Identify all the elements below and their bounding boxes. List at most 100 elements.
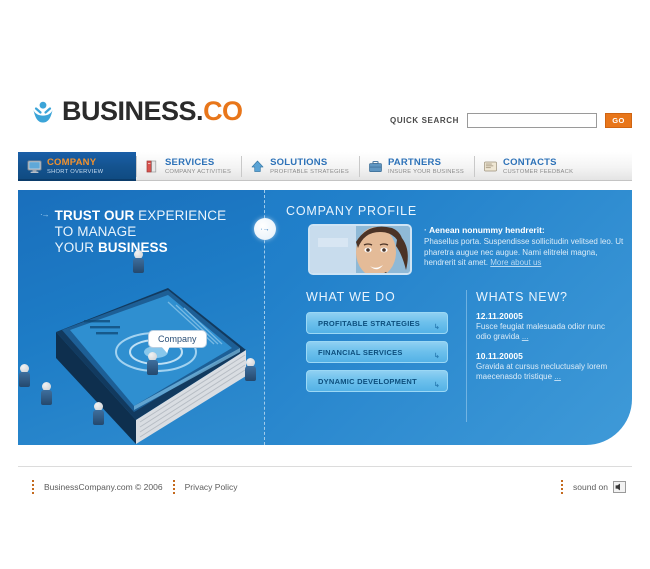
nav-sub: SHORT OVERVIEW: [47, 168, 104, 175]
hero-line3-rest: YOUR: [54, 240, 98, 255]
button-label: FINANCIAL SERVICES: [318, 347, 403, 357]
main-content-panel: ·→ TRUST OUR EXPERIENCE TO MANAGE YOUR B…: [18, 190, 632, 445]
nav-sub: INSURE YOUR BUSINESS: [387, 168, 465, 175]
news-date: 10.11.20005: [476, 351, 523, 361]
logo-name-dot: .: [196, 96, 204, 126]
arrow-icon: ↳: [433, 382, 440, 389]
button-label: PROFITABLE STRATEGIES: [318, 318, 421, 328]
woman-portrait-photo: [308, 224, 412, 275]
figurine: [41, 382, 52, 405]
nav-sub: PROFITABLE STRATEGIES: [270, 168, 349, 175]
figurine-body: [19, 372, 30, 387]
figurine: [19, 364, 30, 387]
figurine: [93, 402, 104, 425]
nav-labels: CONTACTS CUSTOMER FEEDBACK: [503, 156, 573, 175]
nav-labels: SERVICES COMPANY ACTIVITIES: [165, 156, 232, 175]
arrow-icon: ↳: [433, 324, 440, 331]
more-about-us-link[interactable]: More about us: [490, 258, 541, 267]
dotted-separator: [32, 480, 34, 494]
nav-item-company[interactable]: COMPANY SHORT OVERVIEW: [18, 152, 136, 181]
hero-next-button[interactable]: ·→: [254, 218, 276, 240]
logo-text: BUSINESS.CO: [62, 98, 243, 125]
whats-new-section: WHATS NEW? 12.11.20005 Fusce feugiat mal…: [476, 290, 632, 391]
book-tooltip: Company: [148, 330, 207, 353]
nav-labels: PARTNERS INSURE YOUR BUSINESS: [387, 157, 465, 175]
nav-item-contacts[interactable]: CONTACTS CUSTOMER FEEDBACK: [474, 152, 583, 181]
what-we-do-section: WHAT WE DO PROFITABLE STRATEGIES ↳ FINAN…: [306, 290, 456, 399]
what-we-do-button-dynamic-development[interactable]: DYNAMIC DEVELOPMENT ↳: [306, 370, 448, 392]
search-go-button[interactable]: GO: [605, 113, 632, 128]
nav-title: SERVICES: [165, 156, 215, 168]
hero-heading-group: ·→ TRUST OUR EXPERIENCE TO MANAGE YOUR B…: [40, 208, 260, 256]
card-file-icon: [483, 159, 498, 174]
nav-labels: SOLUTIONS PROFITABLE STRATEGIES: [270, 156, 349, 175]
figurine-body: [147, 360, 158, 375]
books-icon: [145, 159, 160, 174]
copyright-text: BusinessCompany.com © 2006: [44, 482, 163, 492]
button-label: DYNAMIC DEVELOPMENT: [318, 376, 417, 386]
nav-item-solutions[interactable]: SOLUTIONS PROFITABLE STRATEGIES: [241, 152, 359, 181]
what-we-do-heading: WHAT WE DO: [306, 290, 396, 304]
logo[interactable]: BUSINESS.CO: [30, 98, 243, 125]
briefcase-icon: [368, 159, 383, 174]
news-body: Gravida at cursus necluctusaly lorem mae…: [476, 362, 608, 381]
nav-item-services[interactable]: SERVICES COMPANY ACTIVITIES: [136, 152, 241, 181]
hero-line1-bold: TRUST OUR: [54, 208, 135, 223]
up-arrow-icon: [250, 159, 265, 174]
monitor-icon: [27, 159, 42, 174]
nav-labels: COMPANY SHORT OVERVIEW: [47, 156, 104, 175]
search-input[interactable]: [467, 113, 597, 128]
hero-line3-bold: BUSINESS: [97, 240, 168, 255]
sound-toggle-button[interactable]: [613, 481, 626, 493]
company-profile-text: · Aenean nonummy hendrerit: Phasellus po…: [424, 224, 630, 275]
what-we-do-button-profitable-strategies[interactable]: PROFITABLE STRATEGIES ↳: [306, 312, 448, 334]
figurine: [245, 358, 256, 381]
bullet-icon: ·: [424, 225, 427, 235]
hero-banner: ·→ TRUST OUR EXPERIENCE TO MANAGE YOUR B…: [18, 190, 264, 445]
footer-left-group: BusinessCompany.com © 2006 Privacy Polic…: [22, 480, 237, 494]
logo-name-accent: CO: [203, 96, 243, 126]
nav-title: COMPANY: [47, 156, 97, 168]
hero-arrow-icon: ·→: [40, 210, 50, 219]
company-profile-lead: · Aenean nonummy hendrerit:: [424, 225, 630, 235]
news-item: 12.11.20005 Fusce feugiat malesuada odio…: [476, 311, 612, 342]
hero-line1-rest: EXPERIENCE: [134, 208, 227, 223]
nav-item-partners[interactable]: PARTNERS INSURE YOUR BUSINESS: [358, 152, 474, 181]
content-column: COMPANY PROFILE · Aenean nonummy hendrer…: [280, 190, 632, 445]
news-more-link[interactable]: ...: [554, 372, 561, 381]
whats-new-heading: WHATS NEW?: [476, 290, 568, 304]
news-more-link[interactable]: ...: [522, 332, 529, 341]
section-divider: [466, 290, 467, 422]
figurine: [147, 352, 158, 375]
figurine-body: [245, 366, 256, 381]
figurine: [133, 250, 144, 273]
logo-name-main: BUSINESS: [62, 96, 197, 126]
page-root: BUSINESS.CO QUICK SEARCH GO COMPANY SHOR…: [0, 0, 650, 569]
hero-line2: TO MANAGE: [54, 224, 137, 239]
nav-title: SOLUTIONS: [270, 156, 328, 168]
company-profile-lead-text: Aenean nonummy hendrerit:: [429, 225, 545, 235]
company-profile-heading: COMPANY PROFILE: [286, 204, 418, 218]
news-text: Gravida at cursus necluctusaly lorem mae…: [476, 362, 612, 382]
book-graphic: [56, 288, 246, 444]
news-text: Fusce feugiat malesuada odior nunc odio …: [476, 322, 612, 342]
company-profile-body: Phasellus porta. Suspendisse sollicitudi…: [424, 237, 630, 269]
sound-label: sound on: [573, 482, 608, 492]
what-we-do-button-financial-services[interactable]: FINANCIAL SERVICES ↳: [306, 341, 448, 363]
book-illustration: Company: [18, 250, 264, 445]
main-navigation: COMPANY SHORT OVERVIEW SERVICES COMPANY …: [18, 152, 632, 181]
figurine-body: [41, 390, 52, 405]
privacy-policy-link[interactable]: Privacy Policy: [185, 482, 238, 492]
dotted-separator: [172, 480, 175, 494]
nav-sub: COMPANY ACTIVITIES: [165, 168, 232, 175]
company-profile-row: · Aenean nonummy hendrerit: Phasellus po…: [308, 224, 630, 275]
news-date: 12.11.20005: [476, 311, 523, 321]
nav-title: CONTACTS: [503, 156, 557, 168]
news-body: Fusce feugiat malesuada odior nunc odio …: [476, 322, 605, 341]
footer-right-group: sound on: [551, 480, 626, 494]
person-figure-icon: [30, 99, 56, 125]
dotted-separator: [561, 480, 564, 494]
speaker-icon: [615, 483, 620, 491]
site-header: BUSINESS.CO QUICK SEARCH GO: [0, 96, 650, 144]
figurine-body: [133, 258, 144, 273]
